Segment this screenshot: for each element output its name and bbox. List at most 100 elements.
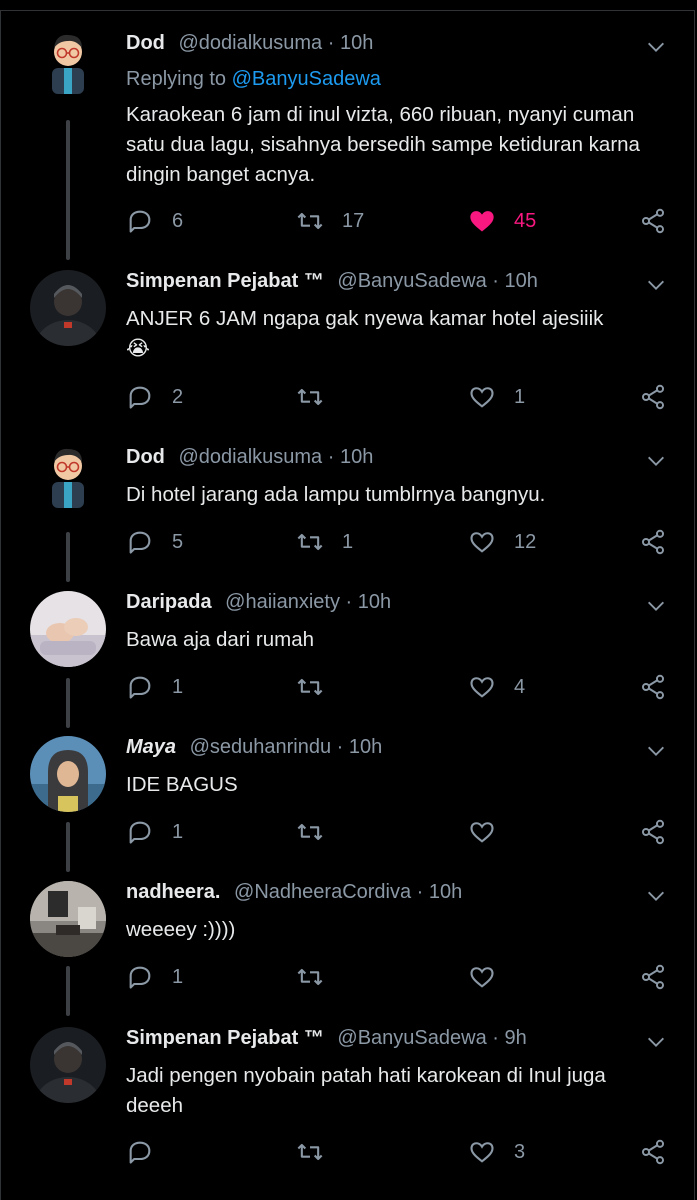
chevron-down-icon[interactable] xyxy=(645,740,667,762)
action-bar: 1 xyxy=(126,817,667,847)
retweet-icon xyxy=(297,678,323,696)
reply-button[interactable]: 1 xyxy=(126,672,183,702)
like-icon xyxy=(470,387,494,408)
like-button[interactable] xyxy=(468,817,514,847)
tweet-text: Karaokean 6 jam di inul vizta, 660 ribua… xyxy=(126,103,640,186)
avatar[interactable] xyxy=(46,446,90,508)
retweet-button[interactable] xyxy=(296,817,342,847)
chevron-down-icon[interactable] xyxy=(645,36,667,58)
reply-button[interactable]: 5 xyxy=(126,527,183,557)
avatar[interactable] xyxy=(30,881,106,957)
chevron-down-icon[interactable] xyxy=(645,885,667,907)
timestamp[interactable]: 10h xyxy=(429,881,462,903)
like-button[interactable]: 3 xyxy=(468,1137,525,1167)
like-icon xyxy=(470,532,494,553)
user-handle[interactable]: @dodialkusuma xyxy=(178,446,322,468)
display-name[interactable]: Simpenan Pejabat ™ xyxy=(126,270,324,292)
share-button[interactable] xyxy=(639,962,667,992)
like-count: 12 xyxy=(514,530,537,553)
user-handle[interactable]: @NadheeraCordiva xyxy=(234,881,411,903)
avatar[interactable] xyxy=(30,736,106,812)
separator-dot: · xyxy=(416,881,429,903)
action-bar: 6 17 45 xyxy=(126,206,667,236)
reply-button[interactable]: 2 xyxy=(126,382,183,412)
avatar[interactable] xyxy=(30,270,106,346)
separator-dot: · xyxy=(492,270,505,292)
timestamp[interactable]: 10h xyxy=(340,32,373,54)
like-icon xyxy=(470,211,494,232)
like-icon xyxy=(470,677,494,698)
share-button[interactable] xyxy=(639,527,667,557)
reply-icon xyxy=(129,210,151,233)
retweet-button[interactable]: 17 xyxy=(296,206,364,236)
action-bar: 1 xyxy=(126,962,667,992)
share-button[interactable] xyxy=(639,672,667,702)
share-icon xyxy=(641,384,665,410)
reply-button[interactable] xyxy=(126,1137,172,1167)
thread-line xyxy=(66,120,70,260)
timestamp[interactable]: 10h xyxy=(358,591,391,613)
retweet-button[interactable] xyxy=(296,1137,342,1167)
like-button[interactable]: 4 xyxy=(468,672,525,702)
retweet-count: 1 xyxy=(342,530,354,553)
like-count: 4 xyxy=(514,675,526,698)
display-name[interactable]: Simpenan Pejabat ™ xyxy=(126,1027,324,1049)
chevron-down-icon[interactable] xyxy=(645,595,667,617)
display-name[interactable]: nadheera. xyxy=(126,881,220,903)
timestamp[interactable]: 10h xyxy=(504,270,537,292)
retweet-button[interactable] xyxy=(296,672,342,702)
retweet-icon xyxy=(297,388,323,406)
reply-button[interactable]: 1 xyxy=(126,962,183,992)
user-handle[interactable]: @seduhanrindu xyxy=(190,736,332,758)
share-button[interactable] xyxy=(639,817,667,847)
display-name[interactable]: Daripada xyxy=(126,591,212,613)
avatar[interactable] xyxy=(30,1027,106,1103)
share-button[interactable] xyxy=(639,1137,667,1167)
action-bar: 3 xyxy=(126,1137,667,1167)
replying-label: Replying to xyxy=(126,68,227,90)
display-name[interactable]: Dod xyxy=(126,32,165,54)
user-handle[interactable]: @BanyuSadewa xyxy=(337,270,486,292)
like-button[interactable] xyxy=(468,962,514,992)
user-handle[interactable]: @BanyuSadewa xyxy=(337,1027,486,1049)
like-button[interactable]: 1 xyxy=(468,382,525,412)
like-count: 45 xyxy=(514,209,537,232)
reply-button[interactable]: 6 xyxy=(126,206,183,236)
avatar[interactable] xyxy=(46,32,90,94)
like-button[interactable]: 45 xyxy=(468,206,536,236)
reply-count: 2 xyxy=(172,385,184,408)
tweet-header: Dod @dodialkusuma · 10h xyxy=(126,32,667,62)
action-bar: 5 1 12 xyxy=(126,527,667,557)
avatar[interactable] xyxy=(30,591,106,667)
share-button[interactable] xyxy=(639,206,667,236)
tweet-text: Bawa aja dari rumah xyxy=(126,628,315,651)
tweet-header: Simpenan Pejabat ™ @BanyuSadewa · 9h xyxy=(126,1027,667,1057)
display-name[interactable]: Dod xyxy=(126,446,165,468)
user-handle[interactable]: @haiianxiety xyxy=(225,591,340,613)
share-icon xyxy=(641,674,665,700)
separator-dot: · xyxy=(336,736,349,758)
reply-button[interactable]: 1 xyxy=(126,817,183,847)
timestamp[interactable]: 9h xyxy=(504,1027,526,1049)
chevron-down-icon[interactable] xyxy=(645,450,667,472)
timestamp[interactable]: 10h xyxy=(349,736,382,758)
chevron-down-icon[interactable] xyxy=(645,274,667,296)
chevron-down-icon[interactable] xyxy=(645,1031,667,1053)
tweet-text: Jadi pengen nyobain patah hati karokean … xyxy=(126,1064,606,1117)
user-handle[interactable]: @dodialkusuma xyxy=(178,32,322,54)
timestamp[interactable]: 10h xyxy=(340,446,373,468)
retweet-button[interactable]: 1 xyxy=(296,527,353,557)
crying-emoji: 😭 xyxy=(126,337,150,360)
separator-dot: · xyxy=(327,446,340,468)
display-name[interactable]: Maya xyxy=(126,736,176,758)
retweet-button[interactable] xyxy=(296,382,342,412)
share-icon xyxy=(641,208,665,234)
like-button[interactable]: 12 xyxy=(468,527,536,557)
reply-count: 6 xyxy=(172,209,184,232)
mention-link[interactable]: @BanyuSadewa xyxy=(232,68,381,90)
thread-line xyxy=(66,966,70,1016)
retweet-button[interactable] xyxy=(296,962,342,992)
like-count: 1 xyxy=(514,385,526,408)
share-button[interactable] xyxy=(639,382,667,412)
retweet-icon xyxy=(297,212,323,230)
